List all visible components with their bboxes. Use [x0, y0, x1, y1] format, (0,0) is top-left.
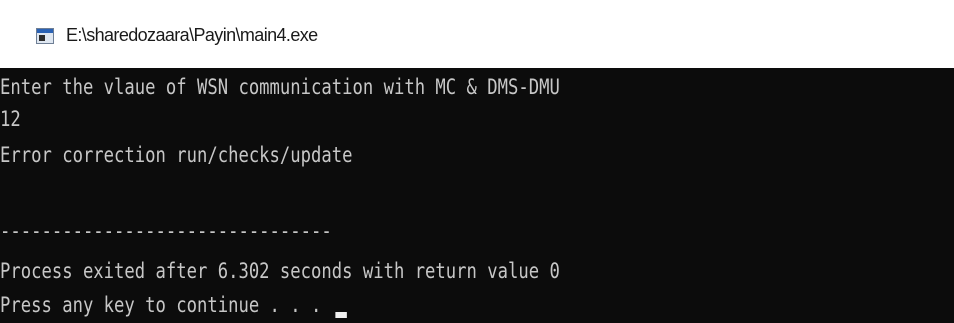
console-app-icon[interactable]	[36, 28, 54, 44]
console-line: Process exited after 6.302 seconds with …	[0, 259, 560, 283]
console-line: 12	[0, 107, 21, 131]
console-output[interactable]: Enter the vlaue of WSN communication wit…	[0, 68, 954, 323]
console-line: --------------------------------	[0, 219, 332, 243]
text-cursor	[335, 312, 347, 318]
title-bar[interactable]: E:\sharedozaara\Payin\main4.exe	[0, 0, 954, 68]
window-title: E:\sharedozaara\Payin\main4.exe	[66, 25, 318, 45]
console-window: E:\sharedozaara\Payin\main4.exe Enter th…	[0, 0, 954, 323]
console-prompt-line: Press any key to continue . . .	[0, 290, 347, 320]
console-line: Enter the vlaue of WSN communication wit…	[0, 75, 560, 99]
app-icon-bar	[37, 29, 53, 33]
app-icon-screen	[39, 35, 45, 41]
console-line: Error correction run/checks/update	[0, 143, 353, 167]
console-line-text: Press any key to continue . . .	[0, 293, 332, 317]
